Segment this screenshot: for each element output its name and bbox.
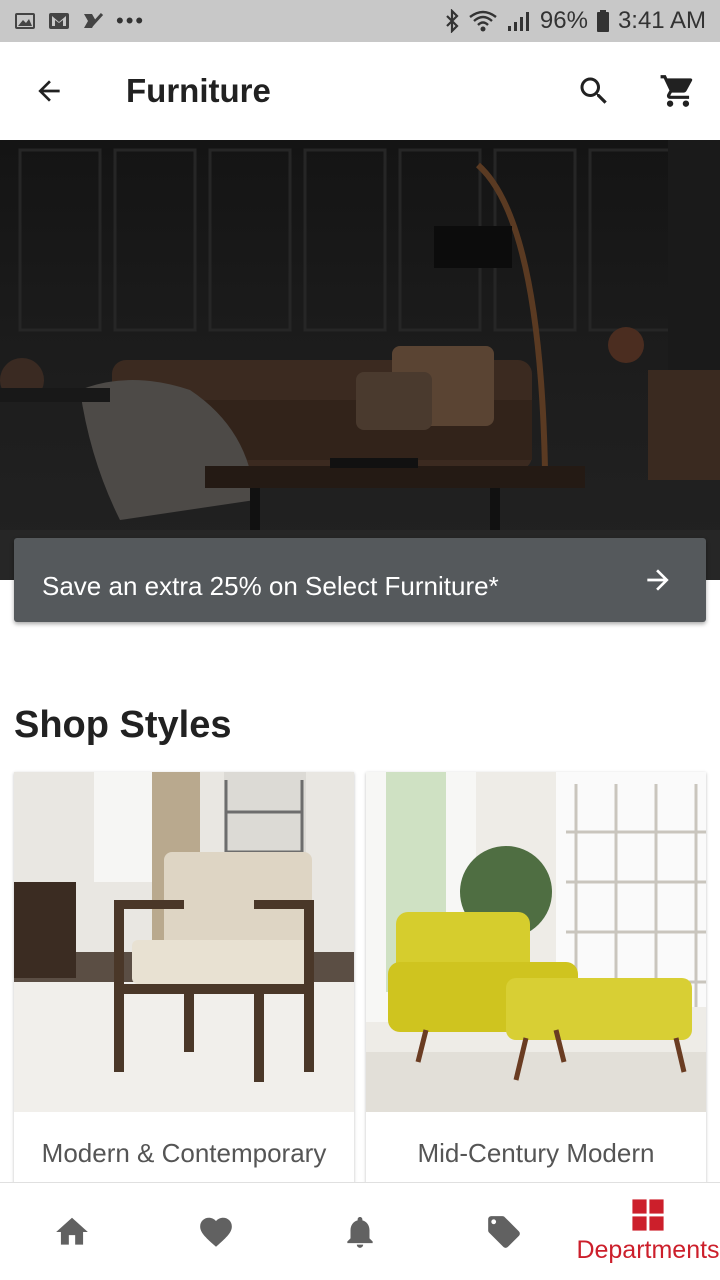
- promo-text: Save an extra 25% on Select Furniture*: [42, 570, 499, 601]
- nav-deals[interactable]: [432, 1183, 576, 1280]
- arrow-right-icon: [638, 560, 678, 600]
- card-label: Mid-Century Modern: [417, 1138, 655, 1168]
- hero-banner[interactable]: [0, 140, 720, 580]
- tag-icon: [488, 1215, 520, 1248]
- heart-icon: [200, 1217, 232, 1247]
- style-card-mid-century-modern[interactable]: Mid-Century Modern: [366, 772, 706, 1192]
- nav-notifications[interactable]: [288, 1183, 432, 1280]
- gallery-icon: [15, 13, 35, 29]
- style-card-modern-contemporary[interactable]: Modern & Contemporary: [14, 772, 354, 1192]
- nav-favorites[interactable]: [144, 1183, 288, 1280]
- overflow-dots-icon: •••: [116, 8, 146, 33]
- departments-grid-icon: [632, 1199, 664, 1231]
- cart-button[interactable]: [636, 42, 720, 140]
- battery-icon: [596, 10, 609, 32]
- section-title-shop-styles: Shop Styles: [14, 704, 232, 746]
- promo-banner[interactable]: Save an extra 25% on Select Furniture*: [14, 538, 706, 622]
- app-bar: Furniture: [0, 42, 720, 140]
- mid-century-chair-image: [366, 772, 706, 1112]
- hero-image: [0, 140, 720, 580]
- nav-home[interactable]: [0, 1183, 144, 1280]
- search-icon: [580, 77, 607, 104]
- status-bar: ••• 96% 3:41 AM: [0, 0, 720, 42]
- nav-departments-label: Departments: [576, 1236, 720, 1264]
- home-icon: [56, 1217, 88, 1245]
- cart-icon: [660, 75, 693, 107]
- wifi-icon: [469, 10, 497, 32]
- search-button[interactable]: [552, 42, 636, 140]
- clock: 3:41 AM: [617, 7, 706, 34]
- page-title: Furniture: [126, 72, 271, 109]
- bottom-navigation: Departments: [0, 1182, 720, 1280]
- back-arrow-icon: [38, 80, 60, 102]
- status-left: •••: [14, 10, 145, 32]
- bell-icon: [347, 1216, 373, 1248]
- bluetooth-icon: [446, 9, 459, 33]
- battery-percent: 96%: [539, 7, 588, 34]
- app-bar-actions: [552, 42, 720, 140]
- modern-chair-image: [14, 772, 354, 1112]
- checkmark-icon: [84, 12, 104, 28]
- card-label: Modern & Contemporary: [41, 1138, 327, 1168]
- signal-icon: [507, 12, 529, 31]
- gmail-icon: [49, 13, 69, 29]
- back-button[interactable]: [0, 42, 98, 140]
- status-right: 96% 3:41 AM: [444, 7, 706, 35]
- nav-departments[interactable]: Departments: [576, 1183, 720, 1280]
